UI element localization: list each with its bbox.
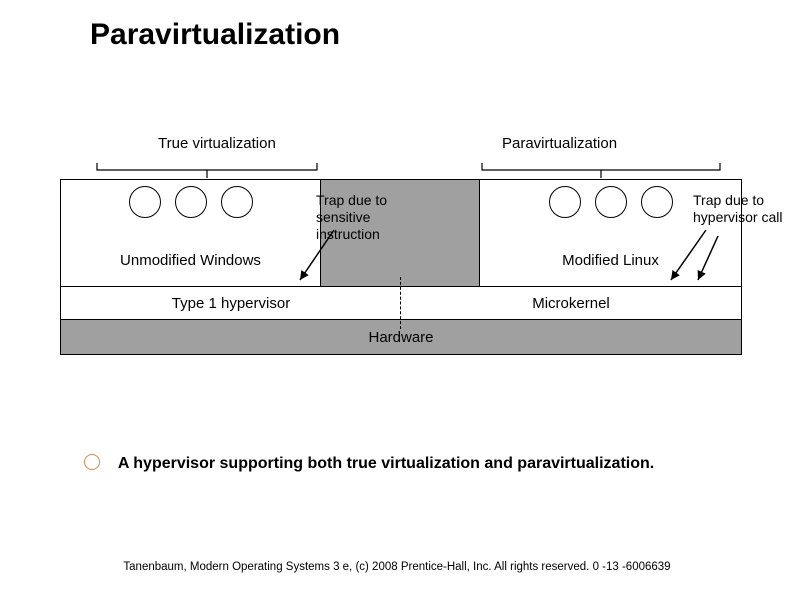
process-circle	[595, 186, 627, 218]
hypervisor-right: Microkernel	[401, 287, 741, 319]
slide-title: Paravirtualization	[90, 18, 340, 52]
process-circle	[549, 186, 581, 218]
caption-row: A hypervisor supporting both true virtua…	[84, 452, 654, 473]
slide: Paravirtualization True virtualization P…	[0, 0, 794, 595]
process-circle	[221, 186, 253, 218]
os-box-unmodified-windows: Unmodified Windows	[61, 180, 321, 286]
callout-trap-hypervisor: Trap due to hypervisor call	[693, 192, 793, 226]
hypervisor-left: Type 1 hypervisor	[61, 287, 401, 319]
hypervisor-row: Type 1 hypervisor Microkernel	[60, 286, 742, 319]
process-circle	[175, 186, 207, 218]
diagram-container: True virtualization Paravirtualization U…	[60, 135, 742, 355]
process-circles-left	[61, 180, 320, 234]
bullet-icon	[84, 454, 100, 470]
callout-trap-sensitive: Trap due to sensitive instruction	[316, 192, 416, 242]
label-paravirtualization: Paravirtualization	[502, 135, 617, 152]
label-true-virtualization: True virtualization	[158, 135, 276, 152]
caption-text: A hypervisor supporting both true virtua…	[118, 455, 654, 472]
hardware-row: Hardware	[60, 319, 742, 355]
process-circle	[129, 186, 161, 218]
diagram-top-labels: True virtualization Paravirtualization	[60, 135, 742, 179]
os-label-left: Unmodified Windows	[61, 252, 320, 269]
process-circle	[641, 186, 673, 218]
os-label-right: Modified Linux	[480, 252, 741, 269]
footer-citation: Tanenbaum, Modern Operating Systems 3 e,…	[0, 561, 794, 573]
